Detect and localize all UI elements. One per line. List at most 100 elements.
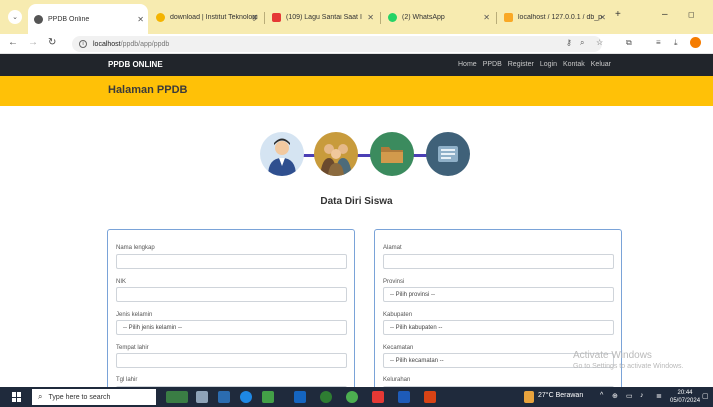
tab-separator bbox=[264, 12, 265, 24]
password-key-icon[interactable]: ⚷ bbox=[566, 38, 572, 47]
reload-icon[interactable]: ↻ bbox=[48, 37, 56, 48]
browser-tab-strip: ⌄ PPDB Online ✕ download | Institut Tekn… bbox=[0, 0, 713, 34]
step-folder-icon bbox=[370, 132, 414, 176]
nav-login-link[interactable]: Login bbox=[540, 61, 557, 68]
kecamatan-label: Kecamatan bbox=[383, 345, 414, 351]
step-family-icon bbox=[314, 132, 358, 176]
brand-logo[interactable]: PPDB ONLINE bbox=[108, 60, 163, 69]
tab-youtube[interactable]: (109) Lagu Santai Saat I ✕ bbox=[268, 8, 378, 26]
activate-title: Activate Windows bbox=[573, 350, 652, 361]
nik-input[interactable] bbox=[116, 287, 347, 302]
windows-start-icon[interactable] bbox=[12, 392, 22, 402]
vscode-icon[interactable] bbox=[294, 391, 306, 403]
clock-date: 05/07/2024 bbox=[670, 398, 701, 404]
volume-icon[interactable]: ♪ bbox=[640, 392, 644, 399]
clock[interactable]: 20:44 05/07/2024 bbox=[670, 389, 700, 405]
close-tab-icon[interactable]: ✕ bbox=[599, 13, 606, 22]
forward-icon[interactable]: → bbox=[28, 37, 38, 48]
kabupaten-select[interactable]: -- Pilih kabupaten -- bbox=[383, 320, 614, 335]
provinsi-select[interactable]: -- Pilih provinsi -- bbox=[383, 287, 614, 302]
reading-list-icon[interactable]: ≡ bbox=[656, 38, 661, 47]
close-tab-icon[interactable]: ✕ bbox=[251, 13, 258, 22]
nav-kontak-link[interactable]: Kontak bbox=[563, 61, 585, 68]
tab-whatsapp[interactable]: (2) WhatsApp ✕ bbox=[384, 8, 494, 26]
jenis-kelamin-select[interactable]: -- Pilih jenis kelamin -- bbox=[116, 320, 347, 335]
taskbar-search[interactable]: ⌕ Type here to search bbox=[32, 389, 156, 405]
app-grid-icon[interactable] bbox=[424, 391, 436, 403]
windows-taskbar: ⌕ Type here to search 27°C Berawan ^ ⊕ ▭… bbox=[0, 387, 713, 407]
jenis-kelamin-label: Jenis kelamin bbox=[116, 312, 153, 318]
phpmyadmin-favicon-icon bbox=[504, 12, 513, 22]
nama-input[interactable] bbox=[116, 254, 347, 269]
activate-subtitle: Go to Settings to activate Windows. bbox=[573, 363, 684, 370]
tab-separator bbox=[380, 12, 381, 24]
step-document-icon bbox=[426, 132, 470, 176]
new-tab-icon[interactable]: + bbox=[615, 9, 621, 20]
nav-home-link[interactable]: Home bbox=[458, 61, 477, 68]
close-tab-icon[interactable]: ✕ bbox=[367, 13, 374, 22]
weather-widget-icon[interactable] bbox=[166, 391, 188, 403]
tab-search-icon[interactable]: ⌄ bbox=[8, 10, 22, 24]
weather-text[interactable]: 27°C Berawan bbox=[538, 392, 583, 399]
alamat-input[interactable] bbox=[383, 254, 614, 269]
network-icon[interactable]: ⊕ bbox=[612, 392, 618, 400]
browser-toolbar: ← → ↻ i localhost/ppdb/app/ppdb ⚷ ⌕ ☆ ⧉ … bbox=[0, 34, 713, 54]
site-info-icon[interactable]: i bbox=[79, 40, 87, 48]
kabupaten-label: Kabupaten bbox=[383, 312, 413, 318]
address-bar[interactable]: i localhost/ppdb/app/ppdb bbox=[72, 36, 602, 52]
task-view-icon[interactable] bbox=[196, 391, 208, 403]
weather-icon bbox=[524, 391, 534, 403]
tgl-lahir-label: Tgl lahir bbox=[116, 377, 138, 383]
personal-data-card: Nama lengkap NIK Jenis kelamin -- Pilih … bbox=[107, 229, 355, 401]
tab-title: PPDB Online bbox=[48, 15, 90, 23]
page-title: Halaman PPDB bbox=[108, 84, 188, 96]
tab-ppdb-online[interactable]: PPDB Online ✕ bbox=[28, 4, 148, 34]
provinsi-label: Provinsi bbox=[383, 279, 405, 285]
step-connector bbox=[280, 154, 450, 157]
word-icon[interactable] bbox=[398, 391, 410, 403]
notification-icon[interactable]: ▢ bbox=[702, 392, 709, 400]
activate-windows-watermark: Activate Windows Go to Settings to activ… bbox=[573, 350, 684, 370]
chrome-profile-icon[interactable] bbox=[346, 391, 358, 403]
progress-steps bbox=[260, 132, 470, 178]
close-tab-icon[interactable]: ✕ bbox=[483, 13, 490, 22]
nav-links: Home PPDB Register Login Kontak Keluar bbox=[458, 61, 611, 68]
tempat-lahir-label: Tempat lahir bbox=[116, 345, 149, 351]
edge-icon[interactable] bbox=[240, 391, 252, 403]
globe-favicon-icon bbox=[34, 14, 43, 24]
tray-chevron-icon[interactable]: ^ bbox=[600, 392, 603, 399]
chrome-icon[interactable] bbox=[320, 391, 332, 403]
tab-title: localhost / 127.0.0.1 / db_p bbox=[518, 13, 603, 21]
minimize-icon[interactable]: – bbox=[662, 9, 668, 20]
keyboard-layout-icon[interactable]: ≣ bbox=[656, 392, 662, 400]
profile-avatar[interactable] bbox=[690, 37, 701, 48]
url-host: localhost bbox=[93, 40, 121, 48]
nav-keluar-link[interactable]: Keluar bbox=[591, 61, 611, 68]
tempat-lahir-input[interactable] bbox=[116, 353, 347, 368]
download-icon[interactable]: ⤓ bbox=[674, 38, 678, 48]
whatsapp-favicon-icon bbox=[388, 12, 397, 22]
file-explorer-icon[interactable] bbox=[218, 391, 230, 403]
page-header: Halaman PPDB bbox=[0, 76, 713, 106]
battery-icon[interactable]: ▭ bbox=[626, 392, 633, 400]
maximize-icon[interactable]: ◻ bbox=[688, 10, 695, 19]
extensions-icon[interactable]: ⧉ bbox=[626, 38, 632, 48]
nav-ppdb-link[interactable]: PPDB bbox=[483, 61, 502, 68]
zoom-icon[interactable]: ⌕ bbox=[580, 38, 584, 48]
tab-download[interactable]: download | Institut Teknologi ✕ bbox=[152, 8, 262, 26]
alamat-label: Alamat bbox=[383, 245, 402, 251]
youtube-favicon-icon bbox=[272, 12, 281, 22]
institut-favicon-icon bbox=[156, 12, 165, 22]
bookmark-star-icon[interactable]: ☆ bbox=[596, 38, 603, 47]
close-tab-icon[interactable]: ✕ bbox=[137, 15, 144, 24]
store-icon[interactable] bbox=[262, 391, 274, 403]
section-title: Data Diri Siswa bbox=[320, 196, 393, 207]
nama-label: Nama lengkap bbox=[116, 245, 155, 251]
tab-phpmyadmin[interactable]: localhost / 127.0.0.1 / db_p ✕ bbox=[500, 8, 610, 26]
step-student-icon bbox=[260, 132, 304, 176]
back-icon[interactable]: ← bbox=[8, 37, 18, 48]
nav-register-link[interactable]: Register bbox=[508, 61, 534, 68]
nik-label: NIK bbox=[116, 279, 127, 285]
address-data-card: Alamat Provinsi -- Pilih provinsi -- Kab… bbox=[374, 229, 622, 401]
app-red-icon[interactable] bbox=[372, 391, 384, 403]
